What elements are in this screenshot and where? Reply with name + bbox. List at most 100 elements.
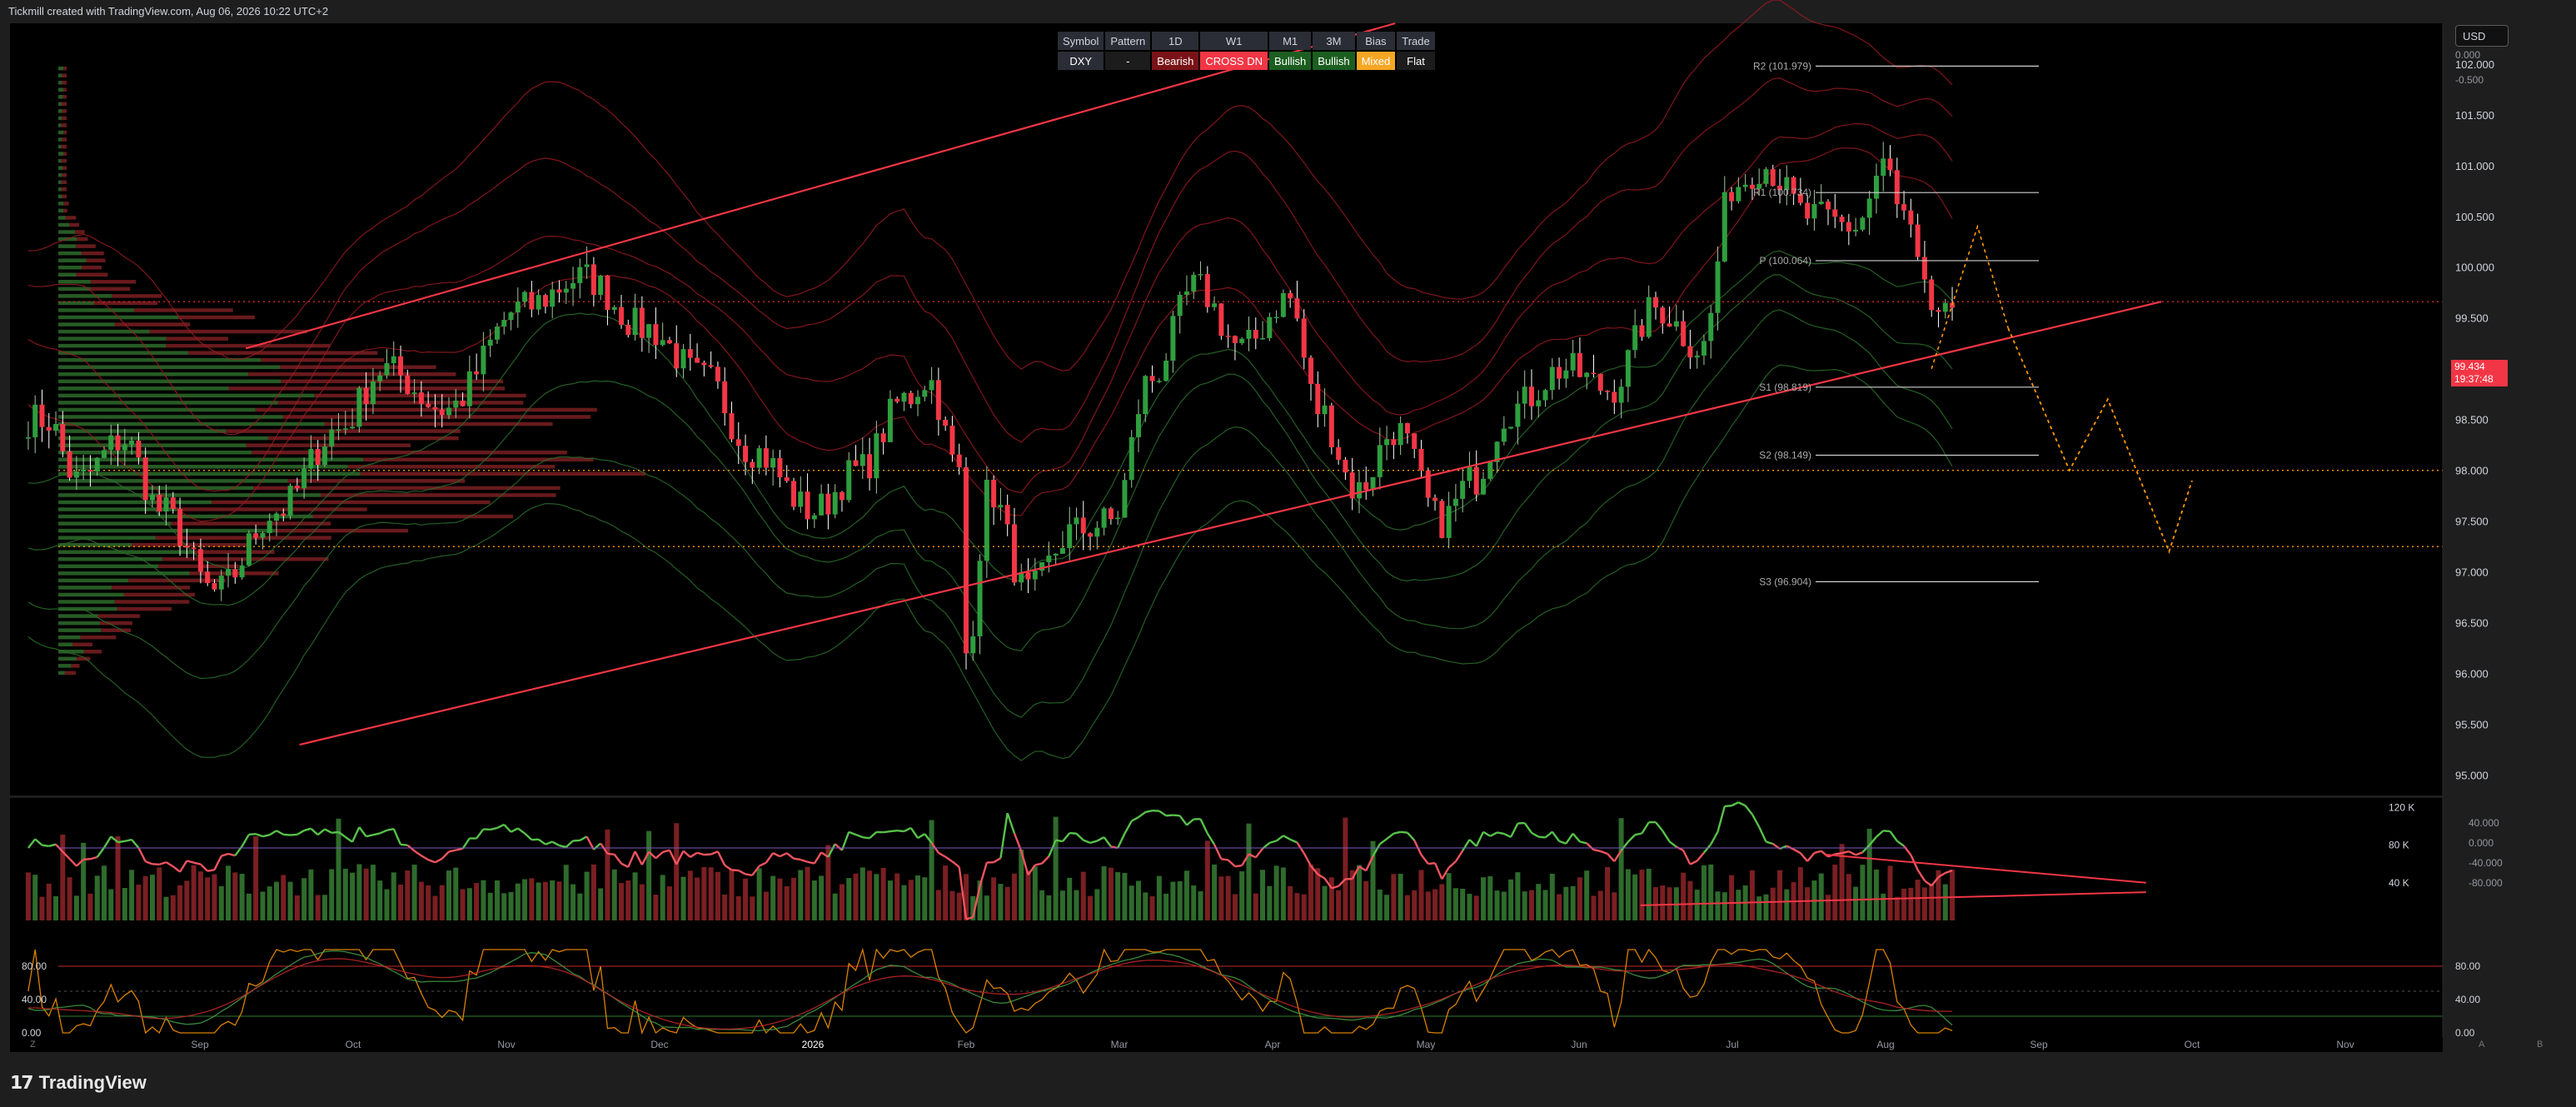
candle-body [832, 491, 838, 515]
volume-bar [839, 884, 845, 920]
candle-body [232, 569, 238, 578]
time-tick-5: Feb [958, 1039, 975, 1050]
volume-bar [819, 875, 825, 920]
candle-body [1183, 291, 1189, 296]
candle-body [1280, 292, 1286, 317]
candle-body [1046, 555, 1052, 562]
volume-profile-down [62, 166, 67, 170]
candle-body [1170, 316, 1176, 361]
volume-profile-down [117, 606, 172, 611]
candle-body [1288, 292, 1293, 299]
volume-bar [1398, 874, 1403, 920]
volume-profile-up [58, 586, 112, 590]
volume-bar [1336, 890, 1342, 920]
oscillator-tick-1: 0.000 [2469, 837, 2494, 849]
volume-profile-down [61, 187, 67, 192]
volume-profile-up [58, 671, 65, 676]
candle-body [846, 460, 852, 501]
volume-profile-up [58, 372, 248, 376]
volume-bar [1508, 879, 1514, 920]
volume-bar [859, 867, 865, 920]
volume-profile-up [58, 329, 150, 334]
volume-profile-down [226, 429, 461, 433]
candle-body [1460, 481, 1466, 499]
candle-body [377, 375, 383, 381]
volume-bar [60, 834, 66, 920]
pivot-label-5: S3 (96.904) [1759, 576, 1811, 587]
timezone-toggle[interactable]: Z [30, 1040, 36, 1050]
candle-body [398, 356, 404, 376]
candle-body [743, 446, 749, 462]
candle-body [1328, 405, 1334, 448]
volume-profile-up [58, 536, 156, 540]
volume-bar [157, 867, 162, 920]
volume-bar [1873, 869, 1879, 920]
candle-body [1177, 295, 1183, 317]
volume-bar [666, 886, 672, 920]
volume-profile-down [81, 265, 102, 270]
volume-bar [660, 875, 665, 920]
candle-body [715, 367, 720, 381]
candle-body [1212, 303, 1218, 307]
candle-body [1163, 360, 1169, 381]
volume-bar [405, 870, 411, 920]
volume-bar [1328, 877, 1334, 920]
candle-body [1942, 302, 1948, 312]
volume-bar [1425, 891, 1431, 920]
candle-body [321, 446, 327, 466]
volume-bar [474, 883, 480, 920]
volume-profile-up [58, 202, 64, 206]
volume-bar [998, 884, 1004, 920]
candle-body [94, 457, 100, 472]
candle-body [446, 407, 451, 416]
volume-bar [1942, 884, 1948, 920]
volume-bar [1108, 867, 1114, 920]
candle-body [1253, 329, 1258, 339]
volume-bar [542, 881, 548, 920]
candle-body [142, 457, 148, 501]
candle-body [25, 437, 31, 439]
volume-bar [1025, 870, 1031, 920]
candle-body [453, 400, 459, 408]
volume-bar [342, 868, 348, 920]
currency-selector[interactable]: USD [2455, 25, 2509, 47]
tradingview-logo[interactable]: 𝟭𝟳 TradingView [10, 1072, 147, 1094]
volume-profile-up [58, 656, 77, 661]
settings-toggle[interactable]: B [2537, 1040, 2543, 1050]
candle-body [1294, 298, 1300, 319]
volume-bar [901, 885, 907, 920]
candle-body [1218, 303, 1224, 337]
candle-body [1487, 461, 1493, 479]
volume-profile-up [58, 294, 112, 298]
auto-scale-toggle[interactable]: A [2479, 1040, 2484, 1050]
volume-bar [1225, 875, 1231, 920]
candle-body [970, 636, 976, 654]
volume-profile-up [58, 650, 84, 654]
volume-bar [1204, 840, 1210, 920]
volume-bar [632, 872, 638, 920]
pane-gap [10, 920, 2443, 941]
volume-profile-up [58, 102, 62, 107]
volume-bar [1770, 887, 1776, 920]
volume-profile-down [65, 216, 77, 220]
volume-bar [1487, 875, 1493, 920]
candle-body [1343, 459, 1348, 473]
signal-value-3: CROSS DN [1200, 52, 1268, 70]
candle-body [1818, 202, 1824, 205]
volume-bar [377, 880, 383, 920]
time-tick-10: Jul [1726, 1039, 1738, 1050]
candle-body [598, 275, 604, 296]
volume-profile-up [58, 401, 278, 405]
volume-profile-down [267, 436, 459, 441]
candle-body [1515, 403, 1521, 427]
volume-bar [1818, 873, 1824, 920]
candle-body [356, 387, 362, 427]
candle-body [943, 419, 949, 426]
volume-bar [984, 895, 989, 920]
chart-canvas[interactable]: R2 (101.979) R1 (100.734) P (100.064) S1 (9… [0, 0, 2576, 1107]
candle-body [1432, 497, 1438, 501]
volume-bar [1605, 866, 1611, 920]
time-tick-6: Mar [1111, 1039, 1129, 1050]
oscillator-seg [793, 857, 801, 861]
volume-bar [1377, 889, 1383, 920]
